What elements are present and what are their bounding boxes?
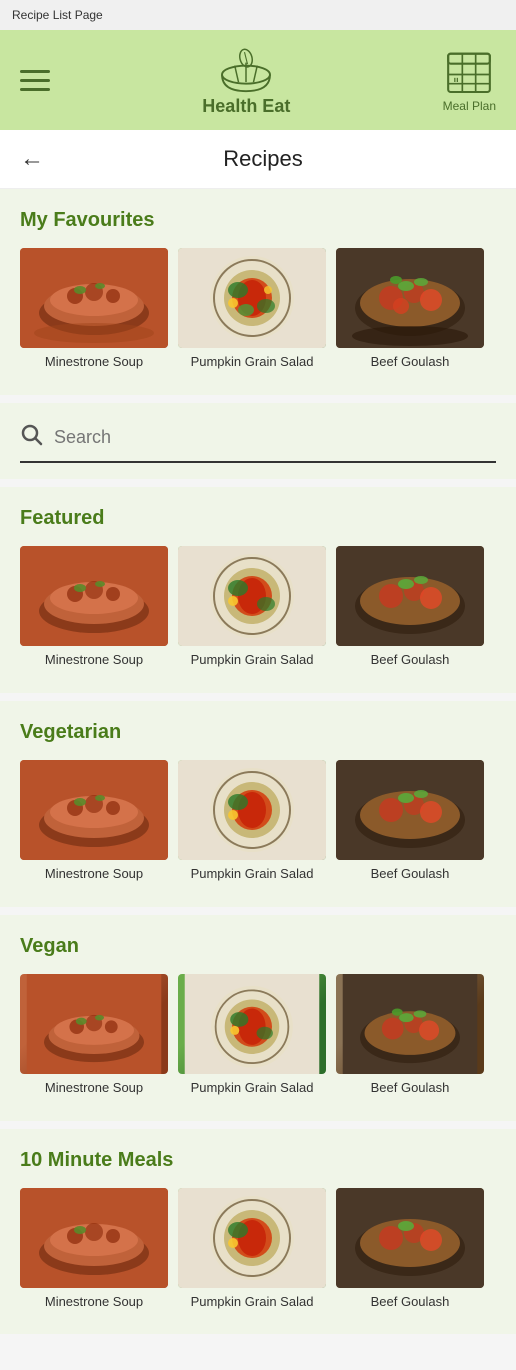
ten-minute-section: 10 Minute Meals Minestrone Soup [0, 1129, 516, 1343]
recipe-name: Minestrone Soup [45, 354, 143, 371]
status-bar: Recipe List Page [0, 0, 516, 30]
recipe-name: Beef Goulash [371, 866, 450, 883]
minestrone-image [20, 1188, 168, 1288]
vegan-grid: Minestrone Soup Pumpk [20, 974, 496, 1097]
favourites-grid: Minestrone Soup [20, 248, 496, 371]
goulash-image [336, 546, 484, 646]
main-content: My Favourites [0, 189, 516, 1342]
pumpkin-image [178, 974, 326, 1074]
featured-section: Featured Minestrone Sou [0, 487, 516, 701]
hamburger-line-1 [20, 70, 50, 73]
recipe-name: Pumpkin Grain Salad [191, 652, 314, 669]
favourites-section: My Favourites [0, 189, 516, 403]
recipe-name: Minestrone Soup [45, 652, 143, 669]
recipe-name: Beef Goulash [371, 354, 450, 371]
goulash-image [336, 1188, 484, 1288]
logo-text: Health Eat [202, 96, 290, 117]
recipe-name: Minestrone Soup [45, 1294, 143, 1311]
minestrone-image [20, 546, 168, 646]
list-item[interactable]: Pumpkin Grain Salad [178, 760, 326, 883]
list-item[interactable]: Pumpkin Grain Salad [178, 974, 326, 1097]
logo-area: Health Eat [202, 44, 290, 117]
status-label: Recipe List Page [12, 8, 103, 22]
recipe-name: Pumpkin Grain Salad [191, 1294, 314, 1311]
pumpkin-image [178, 760, 326, 860]
recipe-name: Pumpkin Grain Salad [191, 866, 314, 883]
meal-plan-icon [444, 47, 494, 97]
minestrone-image [20, 760, 168, 860]
vegan-section: Vegan Minestrone Soup [0, 915, 516, 1129]
list-item[interactable]: Beef Goulash [336, 974, 484, 1097]
list-item[interactable]: Beef Goulash [336, 248, 484, 371]
list-item[interactable]: Pumpkin Grain Salad [178, 248, 326, 371]
list-item[interactable]: Beef Goulash [336, 760, 484, 883]
meal-plan-button[interactable]: Meal Plan [443, 47, 496, 113]
menu-button[interactable] [20, 70, 50, 91]
favourites-title: My Favourites [20, 209, 496, 232]
search-bar [20, 423, 496, 463]
pumpkin-image [178, 546, 326, 646]
list-item[interactable]: Minestrone Soup [20, 974, 168, 1097]
vegan-title: Vegan [20, 935, 496, 958]
list-item[interactable]: Beef Goulash [336, 1188, 484, 1311]
search-icon [20, 423, 44, 453]
list-item[interactable]: Minestrone Soup [20, 248, 168, 371]
goulash-image [336, 248, 484, 348]
list-item[interactable]: Minestrone Soup [20, 546, 168, 669]
featured-grid: Minestrone Soup Pumpk [20, 546, 496, 669]
recipe-name: Pumpkin Grain Salad [191, 354, 314, 371]
pumpkin-image [178, 248, 326, 348]
search-input[interactable] [54, 427, 496, 448]
meal-plan-label: Meal Plan [443, 99, 496, 113]
minestrone-image [20, 248, 168, 348]
recipe-name: Beef Goulash [371, 1080, 450, 1097]
goulash-image [336, 974, 484, 1074]
recipe-name: Beef Goulash [371, 1294, 450, 1311]
minestrone-image [20, 974, 168, 1074]
recipe-name: Minestrone Soup [45, 1080, 143, 1097]
page-title: Recipes [60, 146, 466, 172]
list-item[interactable]: Beef Goulash [336, 546, 484, 669]
ten-minute-title: 10 Minute Meals [20, 1149, 496, 1172]
search-section [0, 403, 516, 487]
recipe-name: Beef Goulash [371, 652, 450, 669]
recipe-name: Minestrone Soup [45, 866, 143, 883]
list-item[interactable]: Minestrone Soup [20, 1188, 168, 1311]
header: Health Eat Meal Plan [0, 30, 516, 130]
featured-title: Featured [20, 507, 496, 530]
goulash-image [336, 760, 484, 860]
hamburger-line-2 [20, 79, 50, 82]
vegetarian-title: Vegetarian [20, 721, 496, 744]
vegetarian-section: Vegetarian Minestrone S [0, 701, 516, 915]
list-item[interactable]: Minestrone Soup [20, 760, 168, 883]
pumpkin-image [178, 1188, 326, 1288]
list-item[interactable]: Pumpkin Grain Salad [178, 546, 326, 669]
hamburger-line-3 [20, 88, 50, 91]
vegetarian-grid: Minestrone Soup Pumpkin Grain Sala [20, 760, 496, 883]
back-button[interactable]: ← [20, 147, 44, 171]
recipe-name: Pumpkin Grain Salad [191, 1080, 314, 1097]
logo-bowl-icon [216, 44, 276, 94]
ten-minute-grid: Minestrone Soup Pumpkin Grain Sala [20, 1188, 496, 1311]
list-item[interactable]: Pumpkin Grain Salad [178, 1188, 326, 1311]
nav-bar: ← Recipes [0, 130, 516, 189]
